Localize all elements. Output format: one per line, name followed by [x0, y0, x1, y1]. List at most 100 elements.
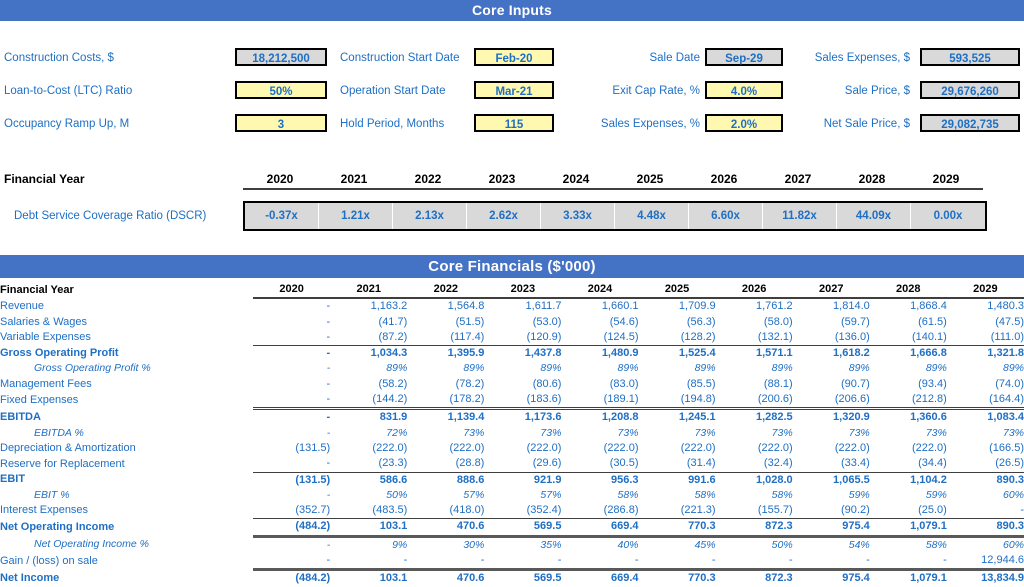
financials-cell-net-operating-income-2022[interactable]: 470.6	[407, 518, 485, 538]
financials-cell-net-income-2025[interactable]: 770.3	[638, 568, 716, 587]
financials-cell-interest-expenses-2026[interactable]: (155.7)	[716, 503, 793, 519]
financials-cell-net-income-2021[interactable]: 103.1	[330, 568, 408, 587]
financials-cell-gross-operating-profit-2026[interactable]: 1,571.1	[715, 345, 793, 362]
financials-cell-net-income-2023[interactable]: 569.5	[484, 568, 562, 587]
financials-cell-depreciation-amortization-2024[interactable]: (222.0)	[561, 441, 639, 456]
financials-cell-net-income-2022[interactable]: 470.6	[407, 568, 485, 587]
financials-cell-gain-loss-on-sale-2025[interactable]: -	[639, 553, 716, 570]
financials-cell-ebitda-2022[interactable]: 73%	[407, 426, 484, 441]
financials-cell-revenue-2023[interactable]: 1,611.7	[484, 298, 562, 314]
financials-cell-salaries-wages-2021[interactable]: (41.7)	[330, 315, 408, 330]
financials-cell-net-operating-income-2021[interactable]: 103.1	[330, 518, 408, 538]
financials-cell-variable-expenses-2029[interactable]: (111.0)	[947, 330, 1024, 346]
financials-cell-fixed-expenses-2025[interactable]: (194.8)	[639, 392, 716, 409]
financials-cell-gross-operating-profit-2021[interactable]: 89%	[330, 361, 407, 376]
financials-cell-fixed-expenses-2026[interactable]: (200.6)	[716, 392, 793, 409]
financials-cell-gross-operating-profit-2024[interactable]: 1,480.9	[561, 345, 639, 362]
financials-cell-ebitda-2027[interactable]: 1,320.9	[792, 407, 870, 426]
financials-cell-ebitda-2025[interactable]: 73%	[639, 426, 716, 441]
sale-price-value[interactable]: 29,676,260	[920, 81, 1020, 99]
sales-expenses-pct-input[interactable]: 2.0%	[705, 114, 783, 132]
financials-cell-ebit-2028[interactable]: 1,104.2	[869, 471, 947, 488]
sale-date-value[interactable]: Sep-29	[705, 48, 783, 66]
financials-cell-ebit-2029[interactable]: 890.3	[946, 471, 1024, 488]
occupancy-ramp-up-input[interactable]: 3	[235, 114, 327, 132]
financials-cell-net-operating-income-2027[interactable]: 975.4	[792, 518, 870, 538]
financials-cell-management-fees-2024[interactable]: (83.0)	[561, 377, 639, 392]
financials-cell-reserve-for-replacement-2026[interactable]: (32.4)	[716, 456, 793, 472]
financials-cell-gross-operating-profit-2023[interactable]: 1,437.8	[484, 345, 562, 362]
financials-cell-ebitda-2027[interactable]: 73%	[793, 426, 870, 441]
financials-cell-net-income-2029[interactable]: 13,834.9	[946, 568, 1024, 587]
financials-cell-gross-operating-profit-2020[interactable]: -	[253, 361, 331, 376]
financials-cell-ebit-2028[interactable]: 59%	[870, 488, 947, 503]
sales-expenses-dollar-value[interactable]: 593,525	[920, 48, 1020, 66]
financials-cell-gross-operating-profit-2023[interactable]: 89%	[484, 361, 561, 376]
financials-cell-salaries-wages-2025[interactable]: (56.3)	[639, 315, 716, 330]
financials-cell-ebit-2021[interactable]: 586.6	[330, 471, 408, 488]
financials-cell-fixed-expenses-2022[interactable]: (178.2)	[407, 392, 485, 409]
financials-cell-revenue-2025[interactable]: 1,709.9	[639, 298, 716, 314]
financials-cell-net-operating-income-2027[interactable]: 54%	[793, 536, 870, 553]
financials-cell-ebit-2026[interactable]: 1,028.0	[715, 471, 793, 488]
dscr-cell-2022[interactable]: 2.13x	[393, 203, 467, 229]
ltc-ratio-input[interactable]: 50%	[235, 81, 327, 99]
financials-cell-variable-expenses-2021[interactable]: (87.2)	[330, 330, 408, 346]
financials-cell-ebitda-2028[interactable]: 73%	[870, 426, 947, 441]
financials-cell-variable-expenses-2023[interactable]: (120.9)	[484, 330, 562, 346]
financials-cell-reserve-for-replacement-2028[interactable]: (34.4)	[870, 456, 947, 472]
hold-period-input[interactable]: 115	[474, 114, 554, 132]
financials-cell-net-operating-income-2029[interactable]: 890.3	[946, 518, 1024, 538]
financials-cell-ebitda-2021[interactable]: 72%	[330, 426, 407, 441]
financials-cell-salaries-wages-2028[interactable]: (61.5)	[870, 315, 947, 330]
financials-cell-ebit-2023[interactable]: 921.9	[484, 471, 562, 488]
financials-cell-salaries-wages-2029[interactable]: (47.5)	[947, 315, 1024, 330]
financials-cell-ebit-2020[interactable]: (131.5)	[253, 471, 331, 488]
financials-cell-ebitda-2020[interactable]: -	[253, 407, 331, 426]
financials-cell-fixed-expenses-2021[interactable]: (144.2)	[330, 392, 407, 409]
financials-cell-ebitda-2023[interactable]: 73%	[484, 426, 561, 441]
financials-cell-revenue-2021[interactable]: 1,163.2	[330, 298, 408, 314]
financials-cell-salaries-wages-2027[interactable]: (59.7)	[793, 315, 870, 330]
financials-cell-variable-expenses-2028[interactable]: (140.1)	[870, 330, 947, 346]
financials-cell-net-operating-income-2021[interactable]: 9%	[330, 536, 407, 553]
financials-cell-variable-expenses-2025[interactable]: (128.2)	[639, 330, 716, 346]
financials-cell-ebit-2021[interactable]: 50%	[330, 488, 407, 503]
financials-cell-management-fees-2029[interactable]: (74.0)	[947, 377, 1024, 392]
financials-cell-gross-operating-profit-2029[interactable]: 89%	[947, 361, 1024, 376]
financials-cell-revenue-2026[interactable]: 1,761.2	[716, 298, 793, 314]
financials-cell-depreciation-amortization-2027[interactable]: (222.0)	[793, 441, 870, 456]
financials-cell-gross-operating-profit-2029[interactable]: 1,321.8	[946, 345, 1024, 362]
financials-cell-ebitda-2028[interactable]: 1,360.6	[869, 407, 947, 426]
financials-cell-net-income-2028[interactable]: 1,079.1	[869, 568, 947, 587]
financials-cell-net-operating-income-2029[interactable]: 60%	[947, 536, 1024, 553]
financials-cell-revenue-2020[interactable]: -	[253, 298, 331, 314]
financials-cell-interest-expenses-2025[interactable]: (221.3)	[639, 503, 716, 519]
financials-cell-interest-expenses-2021[interactable]: (483.5)	[330, 503, 407, 519]
financials-cell-salaries-wages-2020[interactable]: -	[253, 315, 331, 330]
financials-cell-fixed-expenses-2029[interactable]: (164.4)	[947, 392, 1024, 409]
financials-cell-ebit-2020[interactable]: -	[253, 488, 331, 503]
financials-cell-gain-loss-on-sale-2027[interactable]: -	[793, 553, 870, 570]
financials-cell-net-operating-income-2020[interactable]: -	[253, 536, 331, 553]
financials-cell-variable-expenses-2020[interactable]: -	[253, 330, 331, 346]
financials-cell-ebit-2025[interactable]: 991.6	[638, 471, 716, 488]
financials-cell-ebit-2022[interactable]: 888.6	[407, 471, 485, 488]
financials-cell-variable-expenses-2027[interactable]: (136.0)	[793, 330, 870, 346]
financials-cell-ebit-2022[interactable]: 57%	[407, 488, 484, 503]
financials-cell-interest-expenses-2024[interactable]: (286.8)	[561, 503, 639, 519]
financials-cell-gross-operating-profit-2027[interactable]: 89%	[793, 361, 870, 376]
financials-cell-ebit-2026[interactable]: 58%	[716, 488, 793, 503]
dscr-cell-2023[interactable]: 2.62x	[467, 203, 541, 229]
financials-cell-net-operating-income-2028[interactable]: 58%	[870, 536, 947, 553]
financials-cell-management-fees-2021[interactable]: (58.2)	[330, 377, 408, 392]
financials-cell-variable-expenses-2022[interactable]: (117.4)	[407, 330, 484, 346]
financials-cell-gain-loss-on-sale-2020[interactable]: -	[253, 553, 331, 570]
financials-cell-gross-operating-profit-2028[interactable]: 89%	[870, 361, 947, 376]
construction-start-date-input[interactable]: Feb-20	[474, 48, 554, 66]
financials-cell-reserve-for-replacement-2029[interactable]: (26.5)	[947, 456, 1024, 472]
financials-cell-management-fees-2027[interactable]: (90.7)	[793, 377, 870, 392]
financials-cell-depreciation-amortization-2020[interactable]: (131.5)	[253, 441, 330, 456]
financials-cell-gain-loss-on-sale-2028[interactable]: -	[870, 553, 947, 570]
financials-cell-revenue-2027[interactable]: 1,814.0	[793, 298, 870, 314]
